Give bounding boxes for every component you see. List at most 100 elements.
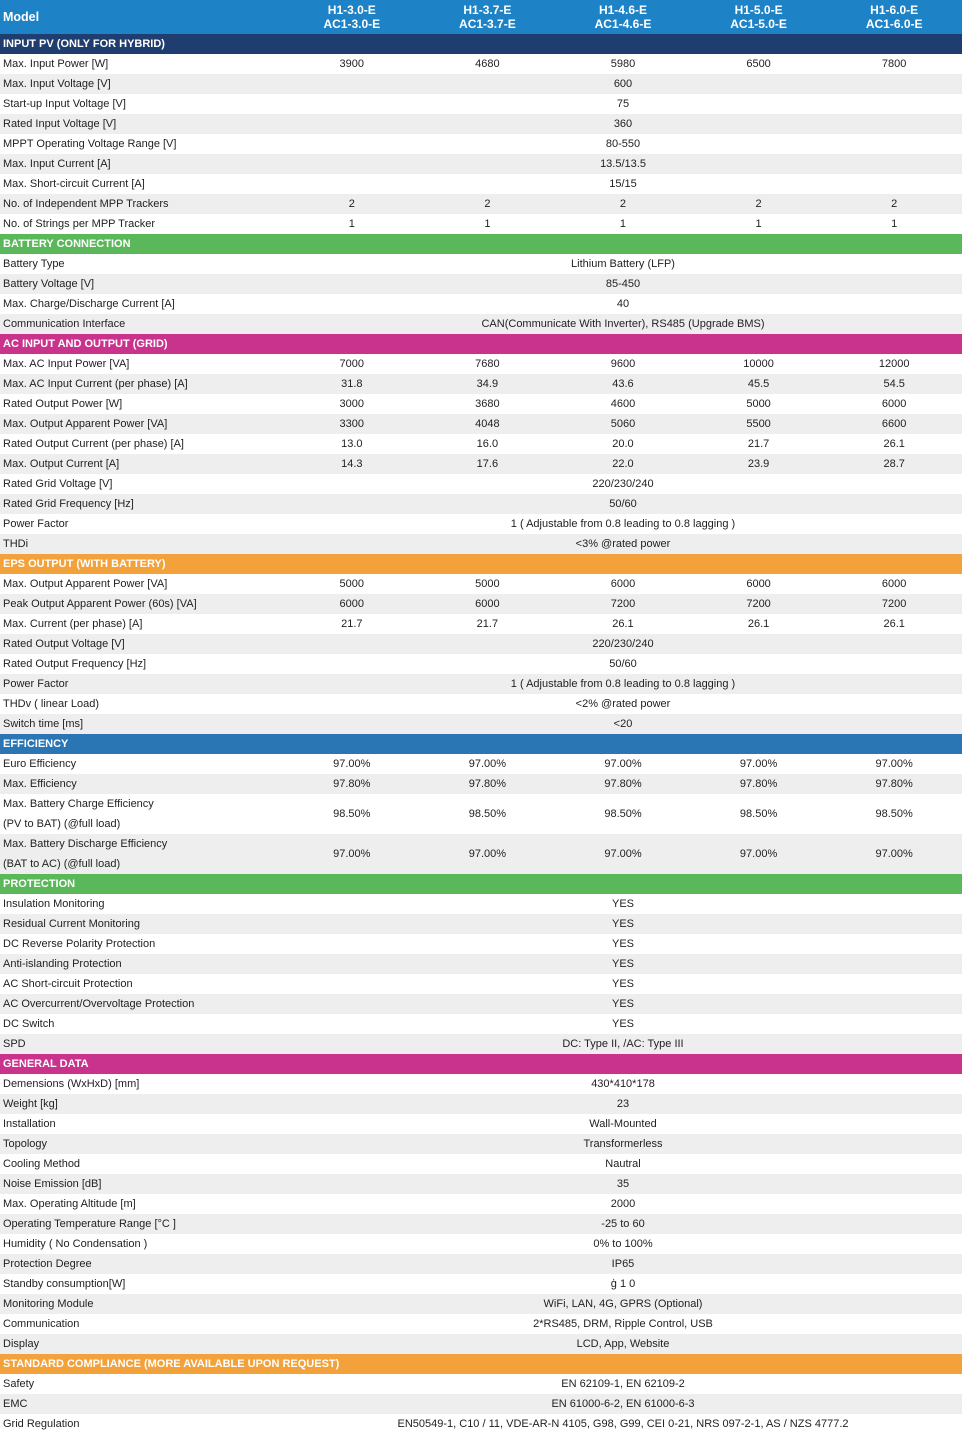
- table-cell: 23.9: [747, 458, 770, 470]
- table-row: THDv ( linear Load) <2% @rated power: [0, 694, 962, 714]
- row-label: Weight [kg]: [0, 1098, 284, 1110]
- table-cell: 98.50%: [333, 808, 371, 820]
- table-row: Peak Output Apparent Power (60s) [VA] 600…: [0, 594, 962, 614]
- model-name-alt: AC1-4.6-E: [594, 17, 652, 31]
- table-cell: 3680: [475, 398, 500, 410]
- table-cell: 1: [484, 218, 491, 230]
- table-cell-shared: Wall-Mounted: [589, 1118, 657, 1130]
- row-label: No. of Strings per MPP Tracker: [0, 218, 284, 230]
- table-cell: 2: [755, 198, 762, 210]
- table-cell: 5000: [746, 398, 771, 410]
- section-header: PROTECTION: [0, 874, 962, 894]
- row-label: Max. Battery Charge Efficiency (PV to BAT…: [0, 794, 284, 834]
- table-row: Rated Grid Voltage [V] 220/230/240: [0, 474, 962, 494]
- row-label-text: Rated Output Current (per phase) [A]: [3, 438, 184, 450]
- table-row: Rated Output Frequency [Hz] 50/60: [0, 654, 962, 674]
- row-label-text: AC Short-circuit Protection: [3, 978, 133, 990]
- row-label: DC Reverse Polarity Protection: [0, 938, 284, 950]
- table-row: Noise Emission [dB] 35: [0, 1174, 962, 1194]
- table-cell-shared: YES: [611, 998, 634, 1010]
- row-label: Max. Operating Altitude [m]: [0, 1198, 284, 1210]
- row-label: Humidity ( No Condensation ): [0, 1238, 284, 1250]
- table-cell: 17.6: [476, 458, 499, 470]
- table-cell-shared: Lithium Battery (LFP): [571, 258, 675, 270]
- table-row: Power Factor 1 ( Adjustable from 0.8 lead…: [0, 674, 962, 694]
- table-cell: 5500: [746, 418, 771, 430]
- row-label-text: Peak Output Apparent Power (60s) [VA]: [3, 598, 197, 610]
- table-row: AC Overcurrent/Overvoltage Protection YES: [0, 994, 962, 1014]
- table-cell-shared: 75: [616, 98, 630, 110]
- row-label-text: Max. Charge/Discharge Current [A]: [3, 298, 175, 310]
- row-label: Topology: [0, 1138, 284, 1150]
- row-label: Max. Battery Discharge Efficiency (BAT to…: [0, 834, 284, 874]
- table-cell: 97.00%: [468, 758, 507, 770]
- table-cell: 2: [619, 198, 627, 210]
- row-label-text: MPPT Operating Voltage Range [V]: [3, 138, 177, 150]
- row-label: Max. Charge/Discharge Current [A]: [0, 298, 284, 310]
- row-label-text: Max. Input Voltage [V]: [3, 78, 111, 90]
- row-label-text: THDv ( linear Load): [3, 698, 99, 710]
- model-name: H1-6.0-E: [870, 3, 919, 17]
- section-header: AC INPUT AND OUTPUT (GRID): [0, 334, 962, 354]
- section-header: GENERAL DATA: [0, 1054, 962, 1074]
- table-row: Max. Input Current [A] 13.5/13.5: [0, 154, 962, 174]
- row-label: Rated Output Current (per phase) [A]: [0, 438, 284, 450]
- row-label-text-line2: (BAT to AC) (@full load): [3, 858, 121, 870]
- row-label-text: Cooling Method: [3, 1158, 81, 1170]
- table-row: Power Factor 1 ( Adjustable from 0.8 lead…: [0, 514, 962, 534]
- table-cell: 97.80%: [604, 778, 642, 790]
- table-row: No. of Strings per MPP Tracker 1 1 1 1 1: [0, 214, 962, 234]
- table-row: Monitoring Module WiFi, LAN, 4G, GPRS (Op…: [0, 1294, 962, 1314]
- table-cell-shared: 0% to 100%: [593, 1238, 653, 1250]
- row-label: Cooling Method: [0, 1158, 284, 1170]
- row-label-text: Max. AC Input Power [VA]: [3, 358, 130, 370]
- table-cell: 1: [619, 218, 627, 230]
- table-row: Rated Grid Frequency [Hz] 50/60: [0, 494, 962, 514]
- table-cell: 98.50%: [604, 808, 642, 820]
- row-label-text: Rated Output Power [W]: [3, 398, 123, 410]
- table-row: Max. Input Voltage [V] 600: [0, 74, 962, 94]
- row-label: Max. Output Apparent Power [VA]: [0, 418, 284, 430]
- table-cell-shared: YES: [611, 898, 634, 910]
- table-row: Protection Degree IP65: [0, 1254, 962, 1274]
- row-label-text: Euro Efficiency: [3, 758, 77, 770]
- row-label-text: THDi: [3, 538, 29, 550]
- row-label-text: Rated Grid Frequency [Hz]: [3, 498, 134, 510]
- table-row: Max. Battery Charge Efficiency (PV to BAT…: [0, 794, 962, 834]
- row-label: Safety: [0, 1378, 284, 1390]
- row-label: Residual Current Monitoring: [0, 918, 284, 930]
- table-cell: 97.00%: [604, 848, 642, 860]
- row-label: SPD: [0, 1038, 284, 1050]
- table-cell-shared: ģ 1 0: [610, 1278, 636, 1290]
- table-cell-shared: 2000: [610, 1198, 636, 1210]
- row-label-text: Max. Input Current [A]: [3, 158, 111, 170]
- table-cell: 45.5: [747, 378, 770, 390]
- row-label: Max. Input Voltage [V]: [0, 78, 284, 90]
- table-row: Max. AC Input Current (per phase) [A] 31.…: [0, 374, 962, 394]
- table-row: Installation Wall-Mounted: [0, 1114, 962, 1134]
- table-row: Max. Short-circuit Current [A] 15/15: [0, 174, 962, 194]
- table-row: THDi <3% @rated power: [0, 534, 962, 554]
- row-label-text: Humidity ( No Condensation ): [3, 1238, 148, 1250]
- table-row: Topology Transformerless: [0, 1134, 962, 1154]
- row-label-text: SPD: [3, 1038, 26, 1050]
- table-row: Max. Operating Altitude [m] 2000: [0, 1194, 962, 1214]
- model-name: H1-5.0-E: [734, 3, 783, 17]
- table-cell: 26.1: [747, 618, 770, 630]
- table-row: Max. Battery Discharge Efficiency (BAT to…: [0, 834, 962, 874]
- table-cell: 7200: [610, 598, 636, 610]
- row-label-text: Max. Short-circuit Current [A]: [3, 178, 145, 190]
- row-label-text: Max. AC Input Current (per phase) [A]: [3, 378, 188, 390]
- table-cell-shared: 2*RS485, DRM, Ripple Control, USB: [533, 1318, 713, 1330]
- row-label: Standby consumption[W]: [0, 1278, 284, 1290]
- row-label: Battery Type: [0, 258, 284, 270]
- table-row: Standby consumption[W] ģ 1 0: [0, 1274, 962, 1294]
- row-label: Switch time [ms]: [0, 718, 284, 730]
- table-cell: 20.0: [612, 438, 634, 450]
- table-cell: 43.6: [612, 378, 634, 390]
- row-label-text: Operating Temperature Range [°C ]: [3, 1218, 176, 1230]
- row-label-text: Rated Grid Voltage [V]: [3, 478, 113, 490]
- row-label-text: Monitoring Module: [3, 1298, 94, 1310]
- table-row: Euro Efficiency 97.00% 97.00% 97.00% 97.00% 9…: [0, 754, 962, 774]
- row-label-text: Display: [3, 1338, 40, 1350]
